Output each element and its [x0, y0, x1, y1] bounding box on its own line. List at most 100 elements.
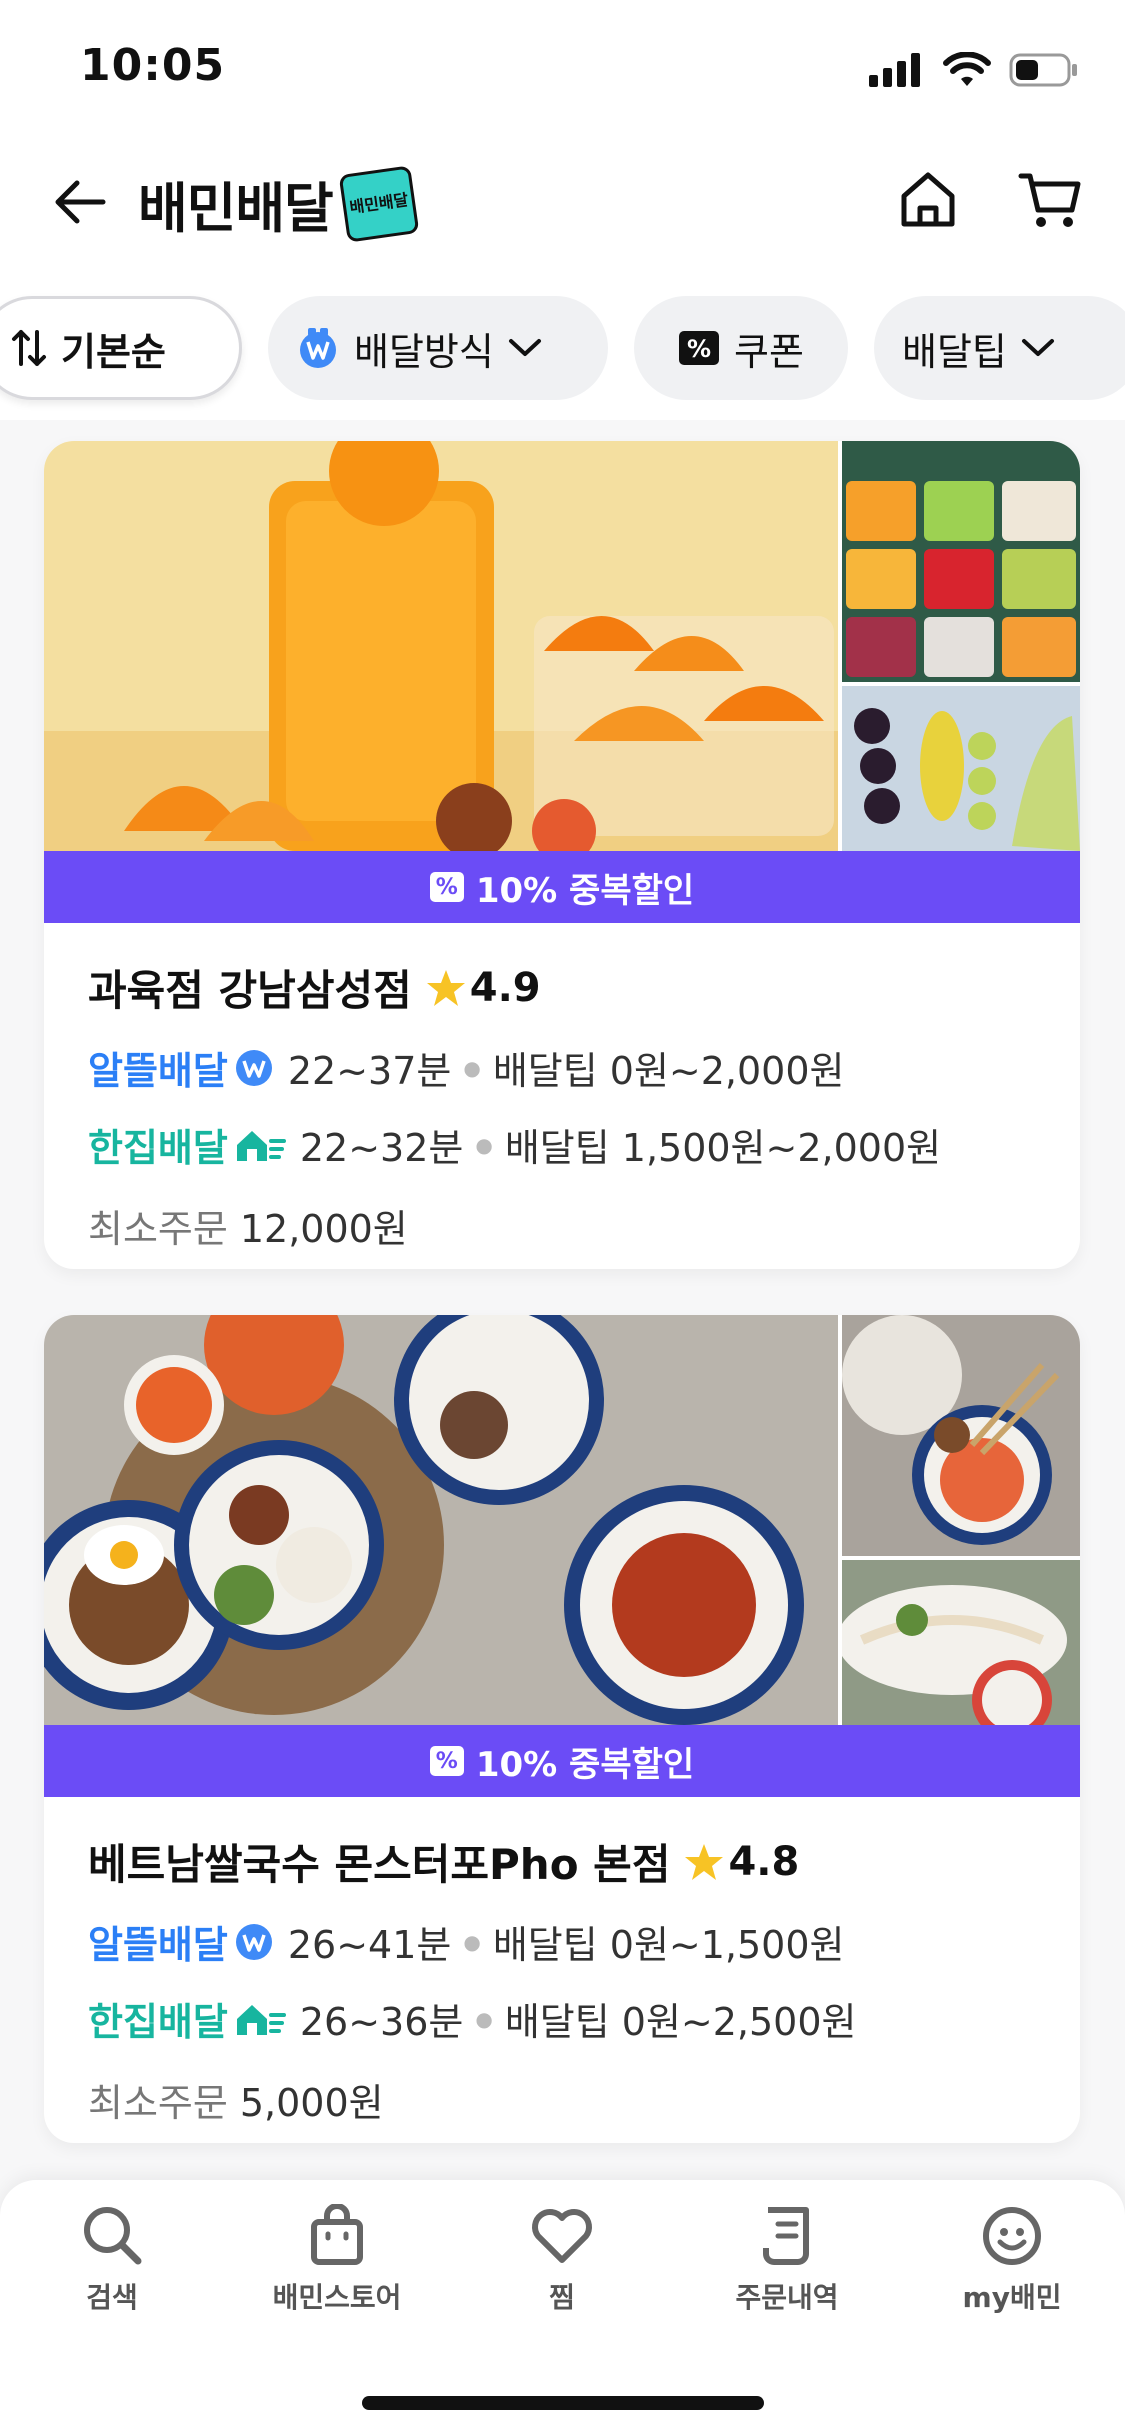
tab-orders[interactable]: 주문내역: [687, 2204, 887, 2316]
single-delivery-tip: 배달팁 1,500원~2,000원: [504, 1126, 942, 1170]
store-image-gallery: [44, 1315, 1080, 1725]
tab-my-label: my배민: [962, 2281, 1062, 2314]
tab-store[interactable]: 배민스토어: [237, 2204, 437, 2316]
coupon-filter-label: 쿠폰: [734, 329, 804, 374]
tab-store-label: 배민스토어: [272, 2281, 402, 2314]
rating-value: 4.9: [469, 964, 541, 1011]
store-name: 베트남쌀국수 몬스터포Pho 본점: [88, 1840, 671, 1889]
single-delivery-label: 한집배달: [88, 1126, 228, 1170]
tab-favorites-label: 찜: [549, 2281, 575, 2314]
save-delivery-tip: 배달팁 0원~1,500원: [492, 1923, 845, 1967]
store-info: 베트남쌀국수 몬스터포Pho 본점 4.8 알뜰배달 26~41분 ● 배달팁 …: [44, 1797, 1080, 2127]
single-delivery-label: 한집배달: [88, 2000, 228, 2044]
svg-text:%: %: [687, 335, 711, 363]
separator-dot: ●: [463, 1929, 481, 1954]
sort-filter-label: 기본순: [61, 329, 166, 374]
min-order-value: 5,000원: [239, 2081, 384, 2125]
delivery-tip-filter-chip[interactable]: 배달팁: [874, 296, 1125, 400]
separator-dot: ●: [463, 1055, 481, 1080]
store-main-photo: [44, 1315, 838, 1725]
separator-dot: ●: [475, 1132, 493, 1157]
delivery-method-icon: [300, 328, 336, 368]
store-side-photo: [842, 1315, 1080, 1556]
heart-icon: [532, 2209, 592, 2263]
store-card[interactable]: % 10% 중복할인 베트남쌀국수 몬스터포Pho 본점 4.8 알뜰배달 26…: [44, 1315, 1080, 2143]
home-button[interactable]: [892, 164, 964, 236]
rating-value: 4.8: [728, 1838, 800, 1885]
percent-icon: %: [429, 1746, 464, 1776]
status-bar: 10:05: [0, 0, 1125, 140]
tab-favorites[interactable]: 찜: [462, 2204, 662, 2316]
min-order-row: 최소주문 12,000원: [88, 1198, 1036, 1253]
sort-filter-chip[interactable]: 기본순: [0, 296, 242, 400]
star-icon: [426, 969, 465, 1006]
page-title: 배민배달: [138, 177, 334, 240]
status-time: 10:05: [80, 40, 226, 91]
promo-banner: % 10% 중복할인: [44, 851, 1080, 923]
min-order-row: 최소주문 5,000원: [88, 2072, 1036, 2127]
min-order-label: 최소주문: [88, 1207, 228, 1251]
tab-my[interactable]: my배민: [912, 2204, 1112, 2316]
signal-icon: [869, 53, 920, 87]
store-card[interactable]: % 10% 중복할인 과육점 강남삼성점 4.9 알뜰배달 22~37분 ● 배…: [44, 441, 1080, 1269]
store-info: 과육점 강남삼성점 4.9 알뜰배달 22~37분 ● 배달팁 0원~2,000…: [44, 923, 1080, 1253]
separator-dot: ●: [475, 2006, 493, 2031]
cart-icon: [1018, 173, 1081, 227]
save-delivery-label: 알뜰배달: [88, 1923, 228, 1967]
store-name: 과육점 강남삼성점: [88, 966, 412, 1015]
brand-badge-icon: 배민배달: [338, 164, 420, 243]
tab-search[interactable]: 검색: [12, 2204, 212, 2316]
promo-text: 10% 중복할인: [475, 870, 695, 911]
min-order-label: 최소주문: [88, 2081, 228, 2125]
coupon-icon: %: [679, 331, 720, 365]
store-rating: 4.9: [426, 965, 541, 1011]
single-delivery-row: 한집배달 22~32분 ● 배달팁 1,500원~2,000원: [88, 1117, 1036, 1172]
sort-arrows-icon: [12, 330, 46, 366]
shopping-bag-icon: [311, 2204, 363, 2265]
save-delivery-row: 알뜰배달 26~41분 ● 배달팁 0원~1,500원: [88, 1914, 1036, 1969]
search-icon: [84, 2207, 142, 2265]
delivery-method-filter-chip[interactable]: 배달방식: [268, 296, 608, 400]
delivery-method-label: 배달방식: [354, 329, 494, 374]
home-indicator[interactable]: [362, 2396, 764, 2410]
store-rating: 4.8: [684, 1839, 799, 1885]
store-main-photo: [44, 441, 838, 851]
smile-face-icon: [983, 2207, 1041, 2265]
single-delivery-tip: 배달팁 0원~2,500원: [504, 2000, 857, 2044]
promo-banner: % 10% 중복할인: [44, 1725, 1080, 1797]
save-delivery-row: 알뜰배달 22~37분 ● 배달팁 0원~2,000원: [88, 1040, 1036, 1095]
store-side-photo: [842, 686, 1080, 851]
single-delivery-house-icon: [236, 1130, 286, 1161]
single-delivery-house-icon: [236, 2004, 286, 2035]
back-button[interactable]: [46, 168, 114, 236]
filter-bar: 기본순 배달방식 % 쿠폰 배달팁: [0, 290, 1125, 420]
save-delivery-tip: 배달팁 0원~2,000원: [492, 1049, 845, 1093]
arrow-left-icon: [55, 180, 106, 224]
chevron-down-icon: [1021, 339, 1054, 356]
store-side-photo: [842, 441, 1080, 682]
cart-button[interactable]: [1012, 164, 1088, 236]
delivery-tip-label: 배달팁: [902, 329, 1007, 374]
brand-title: 배민배달 배민배달: [138, 164, 420, 243]
tab-orders-label: 주문내역: [735, 2281, 839, 2314]
chevron-down-icon: [508, 339, 541, 356]
battery-icon: [1009, 53, 1077, 87]
store-side-photo: [842, 1560, 1080, 1725]
single-delivery-time: 26~36분: [299, 2000, 464, 2044]
percent-icon: %: [429, 872, 464, 902]
receipt-icon: [763, 2207, 809, 2265]
store-image-gallery: [44, 441, 1080, 851]
home-icon: [901, 172, 955, 227]
min-order-value: 12,000원: [239, 1207, 408, 1251]
save-delivery-label: 알뜰배달: [88, 1049, 228, 1093]
single-delivery-row: 한집배달 26~36분 ● 배달팁 0원~2,500원: [88, 1991, 1036, 2046]
brand-badge-text: 배민배달: [348, 189, 410, 217]
promo-text: 10% 중복할인: [475, 1744, 695, 1785]
star-icon: [685, 1843, 724, 1880]
wifi-icon: [943, 52, 991, 86]
save-delivery-icon: [235, 1923, 272, 1960]
save-delivery-icon: [235, 1049, 272, 1086]
save-delivery-time: 22~37분: [287, 1049, 452, 1093]
coupon-filter-chip[interactable]: % 쿠폰: [634, 296, 848, 400]
app-header: 배민배달 배민배달: [0, 140, 1125, 290]
